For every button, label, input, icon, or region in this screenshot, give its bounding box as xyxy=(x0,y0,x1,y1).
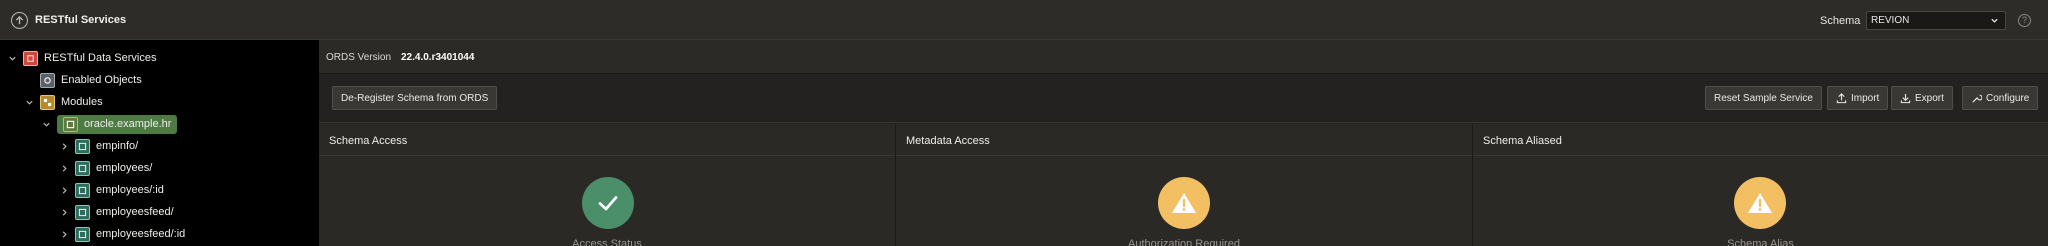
help-icon[interactable]: ? xyxy=(2018,14,2031,27)
import-button[interactable]: Import xyxy=(1827,86,1889,110)
main-content: ORDS Version 22.4.0.r3401044 De-Register… xyxy=(319,40,2048,246)
selected-node[interactable]: oracle.example.hr xyxy=(57,114,178,134)
reset-button-label: Reset Sample Service xyxy=(1714,92,1813,104)
ords-icon xyxy=(23,50,38,66)
tree-node-template[interactable]: employeesfeed/:id xyxy=(59,223,185,245)
chevron-right-icon[interactable] xyxy=(59,229,69,239)
chevron-down-icon[interactable] xyxy=(24,97,34,107)
action-bar: De-Register Schema from ORDS Reset Sampl… xyxy=(319,74,2048,123)
deregister-button[interactable]: De-Register Schema from ORDS xyxy=(332,86,498,110)
status-panels: Schema Access Access Status Metadata Acc… xyxy=(319,124,2048,246)
chevron-right-icon[interactable] xyxy=(59,163,69,173)
panel-title: Schema Access xyxy=(319,124,895,156)
reset-sample-service-button[interactable]: Reset Sample Service xyxy=(1705,86,1822,110)
tree-label: RESTful Data Services xyxy=(44,52,157,64)
gear-icon xyxy=(40,72,55,88)
page-title: RESTful Services xyxy=(35,14,127,26)
tree-node-template[interactable]: empinfo/ xyxy=(59,135,138,157)
up-arrow-icon[interactable] xyxy=(11,12,28,29)
tree-node-enabled-objects[interactable]: Enabled Objects xyxy=(24,69,142,91)
schema-select[interactable]: REVION xyxy=(1866,11,2006,30)
warning-icon xyxy=(1158,177,1210,229)
chevron-down-icon[interactable] xyxy=(7,53,17,63)
metadata-access-panel: Metadata Access Authorization Required xyxy=(896,124,1473,246)
navigation-tree: RESTful Data Services Enabled Objects Mo… xyxy=(0,40,319,246)
tree-label: employeesfeed/:id xyxy=(96,228,186,240)
tree-node-root[interactable]: RESTful Data Services xyxy=(7,47,156,69)
chevron-right-icon[interactable] xyxy=(59,141,69,151)
template-icon xyxy=(75,182,90,198)
tree-label: Enabled Objects xyxy=(61,74,142,86)
tree-node-template[interactable]: employeesfeed/ xyxy=(59,201,174,223)
status-text: Schema Alias xyxy=(1727,238,1794,246)
modules-icon xyxy=(40,94,55,110)
schema-aliased-panel: Schema Aliased Schema Alias xyxy=(1473,124,2048,246)
chevron-down-icon xyxy=(1990,16,1999,28)
schema-access-panel: Schema Access Access Status xyxy=(319,124,896,246)
status-text: Authorization Required xyxy=(1128,238,1240,246)
tree-node-template[interactable]: employees/:id xyxy=(59,179,164,201)
template-icon xyxy=(75,204,90,220)
tree-label: employees/:id xyxy=(96,184,164,196)
module-icon xyxy=(63,116,78,132)
tree-label: employees/ xyxy=(96,162,153,174)
export-button[interactable]: Export xyxy=(1891,86,1953,110)
upload-icon xyxy=(1836,92,1847,104)
schema-label: Schema xyxy=(1820,15,1861,27)
tree-label: empinfo/ xyxy=(96,140,139,152)
status-text: Access Status xyxy=(572,238,642,246)
tree-label: Modules xyxy=(61,96,103,108)
deregister-button-label: De-Register Schema from ORDS xyxy=(341,92,489,104)
chevron-right-icon[interactable] xyxy=(59,207,69,217)
configure-button-label: Configure xyxy=(1986,92,2030,104)
checkmark-icon xyxy=(582,177,634,229)
tree-node-module-selected[interactable]: oracle.example.hr xyxy=(41,113,178,135)
tree-node-modules[interactable]: Modules xyxy=(24,91,103,113)
download-icon xyxy=(1900,93,1911,104)
template-icon xyxy=(75,160,90,176)
ords-version-label: ORDS Version xyxy=(326,52,392,63)
top-bar: RESTful Services Schema REVION ? xyxy=(0,0,2048,40)
template-icon xyxy=(75,226,90,242)
chevron-right-icon[interactable] xyxy=(59,185,69,195)
import-button-label: Import xyxy=(1851,92,1880,104)
tree-label: employeesfeed/ xyxy=(96,206,174,218)
schema-select-value: REVION xyxy=(1871,15,1910,26)
ords-version-value: 22.4.0.r3401044 xyxy=(401,52,475,63)
tree-node-template[interactable]: employees/ xyxy=(59,157,152,179)
panel-title: Metadata Access xyxy=(896,124,1472,156)
ords-version-bar: ORDS Version 22.4.0.r3401044 xyxy=(319,40,2048,74)
export-button-label: Export xyxy=(1915,92,1944,104)
chevron-down-icon[interactable] xyxy=(41,119,51,129)
template-icon xyxy=(75,138,90,154)
tree-label: oracle.example.hr xyxy=(84,118,172,130)
panel-title: Schema Aliased xyxy=(1473,124,2048,156)
warning-icon xyxy=(1734,177,1786,229)
wrench-icon xyxy=(1971,93,1982,104)
configure-button[interactable]: Configure xyxy=(1962,86,2039,110)
